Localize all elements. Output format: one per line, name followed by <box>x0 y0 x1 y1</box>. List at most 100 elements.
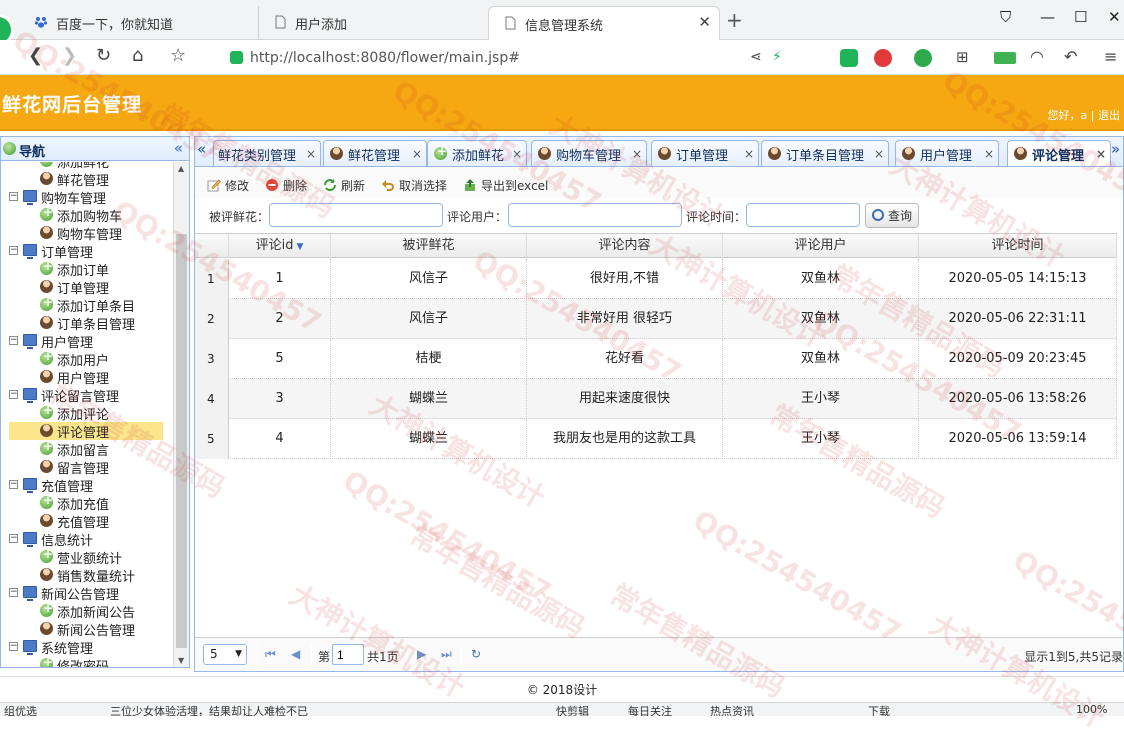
nav-item[interactable]: 购物车管理 <box>1 224 173 243</box>
first-page-icon[interactable]: ⏮ <box>265 647 276 662</box>
nav-item[interactable]: 修改密码 <box>1 655 173 667</box>
nav-group-node[interactable]: − 评论留言管理 <box>1 386 173 405</box>
collapse-toggle-icon[interactable]: − <box>9 336 18 345</box>
last-page-icon[interactable]: ⏭ <box>441 647 452 662</box>
collapse-toggle-icon[interactable]: − <box>9 192 18 201</box>
browser-tab-baidu[interactable]: 百度一下，你就知道 <box>20 6 258 40</box>
status-item[interactable]: 组优选 <box>4 703 37 716</box>
new-tab-icon[interactable]: + <box>726 8 743 32</box>
close-tab-icon[interactable]: × <box>632 147 642 161</box>
nav-item[interactable]: 订单条目管理 <box>1 314 173 333</box>
deselect-button[interactable]: 取消选择 <box>381 176 447 194</box>
nav-group-node[interactable]: − 系统管理 <box>1 638 173 657</box>
nav-item[interactable]: 新闻公告管理 <box>1 620 173 639</box>
close-tab-icon[interactable]: × <box>512 147 522 161</box>
nav-item[interactable]: 添加留言 <box>1 439 173 459</box>
scissors-icon[interactable] <box>874 49 892 67</box>
back-icon[interactable]: ❮ <box>28 45 43 66</box>
reload-icon[interactable]: ↻ <box>96 45 111 66</box>
status-news[interactable]: 三位少女体验活埋，结果却让人难检不已 <box>110 703 308 716</box>
column-header-user[interactable]: 评论用户 <box>723 234 919 258</box>
table-row[interactable]: 4 3 蝴蝶兰 用起来速度很快 王小琴 2020-05-06 13:58:26 <box>195 379 1117 419</box>
logout-link[interactable]: 退出 <box>1098 109 1120 122</box>
table-row[interactable]: 1 1 风信子 很好用,不错 双鱼林 2020-05-05 14:15:13 <box>195 259 1117 299</box>
edit-button[interactable]: 修改 <box>207 176 249 194</box>
scrollbar-thumb[interactable] <box>176 234 187 648</box>
panel-tab[interactable]: 用户管理 × <box>895 140 999 166</box>
scroll-down-icon[interactable]: ▼ <box>178 656 184 665</box>
close-tab-icon[interactable]: × <box>984 147 994 161</box>
extension-green-icon[interactable] <box>840 49 858 67</box>
browser-tab-active[interactable]: 信息管理系统 ✕ <box>488 6 720 41</box>
star-icon[interactable]: ☆ <box>170 45 186 66</box>
nav-item[interactable]: 用户管理 <box>1 368 173 387</box>
column-header-id[interactable]: 评论id ▼ <box>229 234 331 258</box>
undo-icon[interactable]: ↶ <box>1064 47 1077 66</box>
column-header-flower[interactable]: 被评鲜花 <box>331 234 527 258</box>
next-page-icon[interactable]: ▶ <box>417 647 426 661</box>
collapse-toggle-icon[interactable]: − <box>9 588 18 597</box>
nav-group-node[interactable]: − 信息统计 <box>1 530 173 549</box>
shield-icon[interactable] <box>914 49 932 67</box>
column-header-time[interactable]: 评论时间 <box>919 234 1117 258</box>
nav-item[interactable]: 添加订单 <box>1 259 173 279</box>
tabs-scroll-right-icon[interactable]: » <box>1111 140 1123 164</box>
nav-item[interactable]: 添加新闻公告 <box>1 601 173 621</box>
flower-filter-input[interactable] <box>269 203 443 227</box>
shirt-icon[interactable]: ⛉ <box>1000 8 1011 26</box>
nav-group-node[interactable]: − 订单管理 <box>1 242 173 261</box>
panel-tab[interactable]: 鲜花类别管理 × <box>213 140 321 166</box>
forward-icon[interactable]: ❯ <box>62 45 77 66</box>
close-tab-icon[interactable]: × <box>744 147 754 161</box>
panel-tab[interactable]: 添加鲜花 × <box>427 140 527 166</box>
tabs-scroll-left-icon[interactable]: « <box>197 140 213 164</box>
panel-tab[interactable]: 购物车管理 × <box>531 140 647 166</box>
lightning-icon[interactable]: ⚡ <box>772 49 782 65</box>
apps-grid-icon[interactable]: ⊞ <box>956 48 969 66</box>
nav-item[interactable]: 鲜花管理 <box>1 170 173 189</box>
delete-button[interactable]: 删除 <box>265 176 307 194</box>
close-tab-icon[interactable]: × <box>412 147 422 161</box>
time-filter-input[interactable] <box>746 203 860 227</box>
column-header-content[interactable]: 评论内容 <box>527 234 723 258</box>
collapse-toggle-icon[interactable]: − <box>9 480 18 489</box>
panel-tab[interactable]: 订单条目管理 × <box>761 140 889 166</box>
table-row[interactable]: 2 2 风信子 非常好用 很轻巧 双鱼林 2020-05-06 22:31:11 <box>195 299 1117 339</box>
panel-tab-active[interactable]: 评论管理 × <box>1007 140 1111 166</box>
menu-icon[interactable]: ≡ <box>1104 47 1117 66</box>
nav-item[interactable]: 添加订单条目 <box>1 295 173 315</box>
export-excel-button[interactable]: 导出到excel <box>463 176 548 194</box>
headphones-icon[interactable]: ◠ <box>1030 47 1044 66</box>
close-tab-icon[interactable]: × <box>306 147 316 161</box>
table-row[interactable]: 5 4 蝴蝶兰 我朋友也是用的这款工具 王小琴 2020-05-06 13:59:14 <box>195 419 1117 459</box>
scroll-up-icon[interactable]: ▲ <box>178 164 184 173</box>
collapse-toggle-icon[interactable]: − <box>9 246 18 255</box>
close-tab-icon[interactable]: ✕ <box>698 13 711 31</box>
nav-group-node[interactable]: − 购物车管理 <box>1 188 173 207</box>
nav-group-node[interactable]: − 新闻公告管理 <box>1 584 173 603</box>
close-tab-icon[interactable]: × <box>874 147 884 161</box>
sidebar-scrollbar[interactable]: ▲ ▼ <box>173 162 189 667</box>
browser-tab-user-add[interactable]: 用户添加 <box>258 6 490 40</box>
panel-tab[interactable]: 订单管理 × <box>651 140 759 166</box>
maximize-icon[interactable]: ☐ <box>1074 8 1087 26</box>
query-button[interactable]: 查询 <box>865 203 919 228</box>
reload-page-icon[interactable]: ↻ <box>471 647 481 661</box>
collapse-toggle-icon[interactable]: − <box>9 534 18 543</box>
nav-item[interactable]: 添加购物车 <box>1 205 173 225</box>
nav-group-node[interactable]: − 充值管理 <box>1 476 173 495</box>
nav-item[interactable]: 评论管理 <box>9 422 163 441</box>
collapse-toggle-icon[interactable]: − <box>9 642 18 651</box>
share-icon[interactable]: ⋖ <box>750 49 762 65</box>
close-window-icon[interactable]: ✕ <box>1108 8 1121 26</box>
nav-item[interactable]: 订单管理 <box>1 278 173 297</box>
nav-item[interactable]: 销售数量统计 <box>1 566 173 585</box>
table-row[interactable]: 3 5 桔梗 花好看 双鱼林 2020-05-09 20:23:45 <box>195 339 1117 379</box>
nav-item[interactable]: 营业额统计 <box>1 547 173 567</box>
prev-page-icon[interactable]: ◀ <box>291 647 300 661</box>
collapse-toggle-icon[interactable]: − <box>9 390 18 399</box>
status-item[interactable]: 每日关注 <box>628 703 672 716</box>
nav-group-node[interactable]: − 用户管理 <box>1 332 173 351</box>
collapse-sidebar-icon[interactable]: « <box>174 139 183 157</box>
status-download[interactable]: 下载 <box>868 703 890 716</box>
